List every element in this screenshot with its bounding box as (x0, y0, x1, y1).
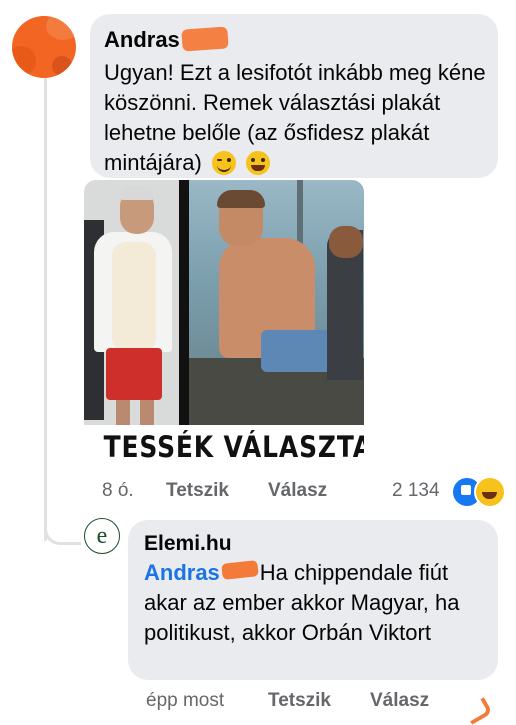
comment-text: Ugyan! Ezt a lesifotót inkább meg kéne k… (104, 58, 486, 178)
reply-reply-button[interactable]: Válasz (370, 690, 429, 712)
image-divider (179, 180, 189, 425)
comment-author[interactable]: Andras (104, 27, 180, 53)
comment-timestamp[interactable]: 8 ó. (102, 480, 134, 502)
reply-author[interactable]: Elemi.hu (144, 532, 232, 556)
comment-bubble: Andras Ugyan! Ezt a lesifotót inkább meg… (90, 14, 498, 178)
reply-like-button[interactable]: Tetszik (268, 690, 331, 712)
image-left-panel (84, 180, 179, 425)
name-redaction (181, 26, 229, 52)
comment-text-body: Ugyan! Ezt a lesifotót inkább meg kéne k… (104, 60, 486, 175)
avatar[interactable] (12, 16, 76, 78)
thread-line (44, 76, 47, 541)
reply-avatar[interactable]: e (84, 518, 120, 554)
image-caption: TESSÉK VÁLASZTANI (103, 430, 364, 464)
reply-text: Andras Ha chippendale fiút akar az ember … (144, 558, 490, 648)
reaction-count[interactable]: 2 134 (392, 480, 440, 502)
comment-image[interactable]: TESSÉK VÁLASZTANI (84, 180, 364, 470)
reply-mention[interactable]: Andras (144, 560, 220, 585)
reply-avatar-letter: e (96, 523, 108, 549)
mention-redaction (221, 560, 259, 580)
annotation-mark (463, 697, 493, 725)
winking-face-icon (211, 151, 236, 175)
image-right-panel (189, 180, 364, 425)
reply-timestamp[interactable]: épp most (146, 690, 224, 712)
reply-bubble: Elemi.hu Andras Ha chippendale fiút akar … (128, 520, 498, 680)
comment-reply-button[interactable]: Válasz (268, 480, 327, 502)
haha-reaction-icon[interactable] (474, 476, 506, 508)
grinning-face-icon (246, 151, 271, 175)
reply-connector (44, 520, 81, 545)
comment-like-button[interactable]: Tetszik (166, 480, 229, 502)
